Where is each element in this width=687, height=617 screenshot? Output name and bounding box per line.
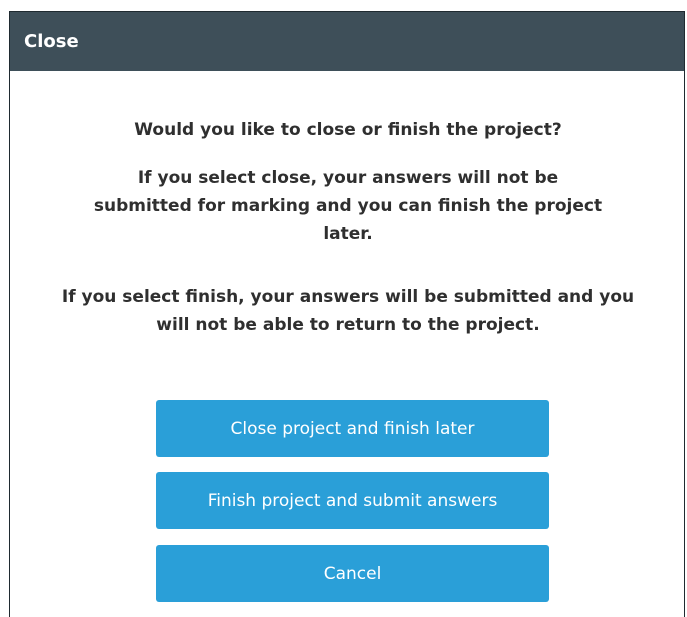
dialog-question: Would you like to close or finish the pr…	[134, 120, 562, 140]
finish-submit-button-label: Finish project and submit answers	[207, 490, 498, 511]
close-info-text: If you select close, your answers will n…	[10, 164, 686, 248]
close-later-button[interactable]: Close project and finish later	[156, 400, 549, 457]
cancel-button[interactable]: Cancel	[156, 545, 549, 602]
close-later-button-label: Close project and finish later	[230, 418, 475, 439]
finish-info-line: If you select finish, your answers will …	[61, 287, 635, 335]
dialog-title: Close	[24, 31, 79, 52]
close-info-line: If you select close, your answers will n…	[93, 168, 603, 244]
cancel-button-label: Cancel	[323, 563, 382, 584]
dialog-titlebar: Close	[10, 12, 684, 71]
close-dialog: Close Would you like to close or finish …	[9, 11, 685, 617]
finish-submit-button[interactable]: Finish project and submit answers	[156, 472, 549, 529]
finish-info-text: If you select finish, your answers will …	[10, 283, 686, 339]
